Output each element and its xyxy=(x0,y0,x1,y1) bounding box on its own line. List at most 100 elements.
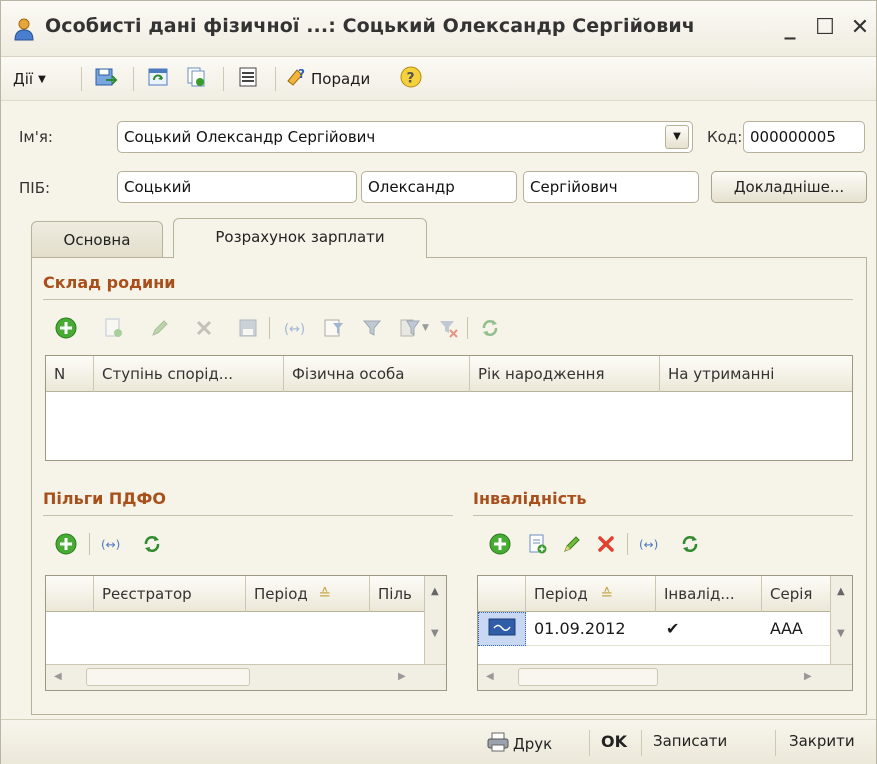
close-form-button[interactable]: Закрити xyxy=(789,732,855,750)
filter-icon[interactable] xyxy=(361,317,383,339)
table-row[interactable]: 01.09.2012 ✔ ААА xyxy=(478,612,830,646)
hints-icon: ? xyxy=(285,66,307,92)
horizontal-scrollbar[interactable]: ◀ ▶ xyxy=(478,664,852,690)
expand-columns-icon[interactable]: (↔) xyxy=(101,533,123,555)
column-header-registrar[interactable]: Реєстратор xyxy=(94,576,246,612)
period-label: Період xyxy=(254,585,308,603)
list-structure-icon xyxy=(237,66,259,92)
scroll-up-icon[interactable]: ▲ xyxy=(431,586,439,597)
name-value: Соцький Олександр Сергійович xyxy=(124,128,376,146)
filter-settings-icon[interactable] xyxy=(323,317,345,339)
title-bar: Особисті дані фізичної ...: Соцький Олек… xyxy=(1,1,876,57)
code-field[interactable]: 000000005 xyxy=(743,121,865,153)
firstname-field[interactable]: Олександр xyxy=(361,171,517,203)
column-header-n[interactable]: N xyxy=(46,356,94,392)
refresh-icon[interactable] xyxy=(679,533,701,555)
tab-main[interactable]: Основна xyxy=(31,221,163,259)
save-move-icon xyxy=(94,66,118,92)
minimize-button[interactable]: _ xyxy=(777,15,803,41)
save-and-close-button[interactable] xyxy=(91,65,121,93)
column-header-period[interactable]: Період ≙ xyxy=(526,576,656,612)
copy-document-icon xyxy=(185,66,207,92)
vertical-scrollbar[interactable]: ▲ ▼ xyxy=(424,576,446,664)
delete-icon[interactable] xyxy=(193,317,215,339)
scroll-thumb[interactable] xyxy=(518,668,658,686)
expand-columns-icon[interactable]: (↔) xyxy=(283,317,305,339)
edit-icon[interactable] xyxy=(561,533,583,555)
scroll-right-icon[interactable]: ▶ xyxy=(804,671,812,682)
row-status-cell[interactable] xyxy=(478,612,526,646)
disability-section-title: Інвалідність xyxy=(473,489,587,508)
patronymic-value: Сергійович xyxy=(530,178,618,196)
bottom-bar: Друк OK Записати Закрити xyxy=(1,719,876,764)
expand-columns-icon[interactable]: (↔) xyxy=(639,533,661,555)
copy-row-icon[interactable] xyxy=(527,533,549,555)
scroll-right-icon[interactable]: ▶ xyxy=(398,671,406,682)
toolbar: Дії ▼ ? Поради ? xyxy=(1,57,876,101)
family-table[interactable]: N Ступінь спорід... Фізична особа Рік на… xyxy=(45,355,853,461)
print-button[interactable]: Друк xyxy=(487,732,552,756)
column-header-birth-year[interactable]: Рік народження xyxy=(470,356,660,392)
chevron-down-icon[interactable]: ▼ xyxy=(422,323,429,333)
structure-button[interactable] xyxy=(233,65,263,93)
scroll-down-icon[interactable]: ▼ xyxy=(431,628,439,639)
post-document-icon[interactable] xyxy=(237,317,259,339)
refresh-window-icon xyxy=(147,66,169,92)
scroll-thumb[interactable] xyxy=(86,668,250,686)
details-button[interactable]: Докладніше... xyxy=(711,171,867,203)
copy-button[interactable] xyxy=(181,65,211,93)
ok-button[interactable]: OK xyxy=(601,732,627,751)
hints-button[interactable]: ? Поради xyxy=(285,65,391,93)
family-table-header: N Ступінь спорід... Фізична особа Рік на… xyxy=(46,356,852,392)
save-button[interactable]: Записати xyxy=(653,732,727,750)
benefits-table[interactable]: Реєстратор Період ≙ Піль ▲ ▼ ◀ ▶ xyxy=(45,575,447,691)
period-cell: 01.09.2012 xyxy=(534,619,626,638)
surname-field[interactable]: Соцький xyxy=(117,171,357,203)
svg-text:(↔): (↔) xyxy=(284,322,305,337)
disability-table[interactable]: Період ≙ Інвалід... Серія 01.09.2012 ✔ А… xyxy=(477,575,853,691)
column-header-disability[interactable]: Інвалід... xyxy=(656,576,762,612)
filter-history-icon[interactable] xyxy=(399,317,421,339)
refresh-icon[interactable] xyxy=(141,533,163,555)
column-header-person[interactable]: Фізична особа xyxy=(284,356,470,392)
scroll-left-icon[interactable]: ◀ xyxy=(54,671,62,682)
copy-row-icon[interactable] xyxy=(103,317,125,339)
add-icon[interactable] xyxy=(55,317,77,339)
period-label: Період xyxy=(534,585,588,603)
column-header-period[interactable]: Період ≙ xyxy=(246,576,370,612)
close-button[interactable]: ✕ xyxy=(847,15,873,41)
surname-value: Соцький xyxy=(124,178,192,196)
edit-icon[interactable] xyxy=(149,317,171,339)
hints-label: Поради xyxy=(311,70,371,88)
name-field[interactable]: Соцький Олександр Сергійович xyxy=(117,121,693,153)
horizontal-scrollbar[interactable]: ◀ ▶ xyxy=(46,664,446,690)
scroll-down-icon[interactable]: ▼ xyxy=(837,628,845,639)
refresh-form-button[interactable] xyxy=(143,65,173,93)
actions-label: Дії xyxy=(13,70,34,88)
benefits-table-header: Реєстратор Період ≙ Піль xyxy=(46,576,424,612)
column-header-icon xyxy=(46,576,94,612)
column-header-series[interactable]: Серія xyxy=(762,576,830,612)
delete-icon[interactable] xyxy=(595,533,617,555)
disability-check-icon: ✔ xyxy=(666,619,680,638)
patronymic-field[interactable]: Сергійович xyxy=(523,171,699,203)
series-cell: ААА xyxy=(770,619,803,638)
sort-icon: ≙ xyxy=(600,585,614,603)
column-header-kinship[interactable]: Ступінь спорід... xyxy=(94,356,284,392)
column-header-dependent[interactable]: На утриманні xyxy=(660,356,852,392)
scroll-left-icon[interactable]: ◀ xyxy=(486,671,494,682)
column-header-benefit[interactable]: Піль xyxy=(370,576,424,612)
actions-menu[interactable]: Дії ▼ xyxy=(9,65,71,93)
chevron-down-icon: ▼ xyxy=(673,131,681,142)
add-icon[interactable] xyxy=(55,533,77,555)
refresh-icon[interactable] xyxy=(479,317,501,339)
scroll-up-icon[interactable]: ▲ xyxy=(837,586,845,597)
vertical-scrollbar[interactable]: ▲ ▼ xyxy=(830,576,852,664)
clear-filter-icon[interactable] xyxy=(437,317,459,339)
add-icon[interactable] xyxy=(489,533,511,555)
maximize-button[interactable]: ☐ xyxy=(812,15,838,41)
help-button[interactable]: ? xyxy=(397,65,425,93)
benefits-section-title: Пільги ПДФО xyxy=(43,489,166,508)
name-dropdown-button[interactable]: ▼ xyxy=(665,125,689,149)
tab-salary[interactable]: Розрахунок зарплати xyxy=(173,218,427,258)
